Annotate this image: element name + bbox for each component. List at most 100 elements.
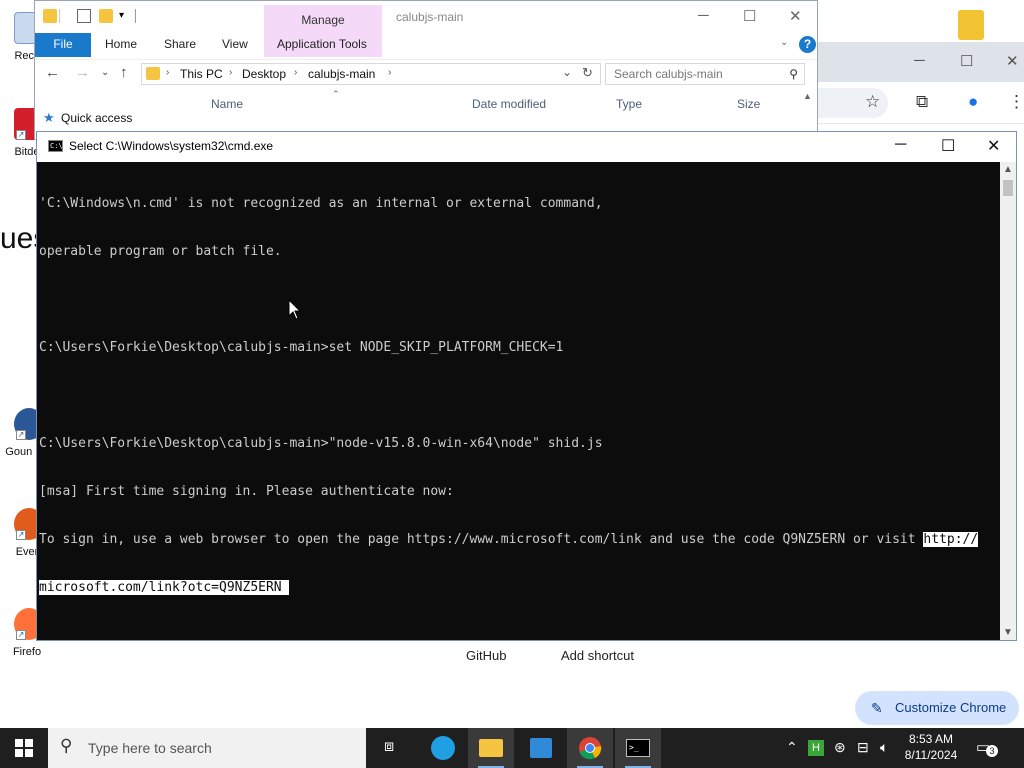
- new-folder-icon[interactable]: [99, 9, 113, 23]
- recent-chevron-icon[interactable]: ⌄: [101, 67, 109, 78]
- taskbar-search-input[interactable]: ⚲ Type here to search: [48, 728, 366, 768]
- menu-icon[interactable]: ⋮: [1008, 92, 1024, 112]
- scroll-down-icon[interactable]: ▼: [1003, 627, 1013, 638]
- forward-icon[interactable]: →: [75, 64, 90, 81]
- chevron-up-icon[interactable]: ⌃: [786, 739, 798, 756]
- pencil-icon: ✎: [871, 700, 883, 716]
- signin-text: To sign in, use a web browser to open th…: [39, 532, 924, 547]
- customize-qat-icon[interactable]: ▾: [119, 9, 133, 23]
- console-line: microsoft.com/link?otc=Q9NZ5ERN: [39, 580, 999, 596]
- minimize-icon[interactable]: ─: [895, 136, 906, 154]
- address-row: ← → ⌄ ↑ › This PC › Desktop › calubjs-ma…: [35, 59, 817, 87]
- console-line: operable program or batch file.: [39, 244, 282, 259]
- breadcrumb-calubjs-main[interactable]: calubjs-main: [308, 67, 375, 81]
- network-icon[interactable]: ⊟: [857, 739, 869, 756]
- close-icon[interactable]: ✕: [987, 136, 1000, 156]
- shortcut-github[interactable]: GitHub: [466, 648, 506, 663]
- tray-app-icon[interactable]: H: [808, 740, 824, 756]
- close-icon[interactable]: ✕: [789, 7, 802, 25]
- volume-icon[interactable]: 🔈︎: [880, 739, 888, 756]
- console-output[interactable]: 'C:\Windows\n.cmd' is not recognized as …: [39, 164, 999, 640]
- taskbar-file-explorer[interactable]: [468, 728, 514, 768]
- selected-text: http://: [923, 532, 979, 547]
- taskbar-store[interactable]: [518, 728, 564, 768]
- column-date-modified[interactable]: Date modified: [472, 97, 546, 111]
- clock-time: 8:53 AM: [908, 732, 954, 746]
- address-bar[interactable]: › This PC › Desktop › calubjs-main › ⌄ ↻: [141, 63, 601, 85]
- cmd-icon: >_: [626, 739, 650, 757]
- console-line: To sign in, use a web browser to open th…: [39, 532, 999, 548]
- cmd-title: Select C:\Windows\system32\cmd.exe: [69, 139, 274, 153]
- customize-chrome-button[interactable]: ✎ Customize Chrome: [855, 691, 1019, 725]
- cmd-window: C:\ Select C:\Windows\system32\cmd.exe ─…: [36, 131, 1017, 641]
- tab-view[interactable]: View: [222, 33, 248, 57]
- minimize-icon[interactable]: ─: [914, 52, 925, 69]
- taskbar-cmd[interactable]: >_: [615, 728, 661, 768]
- shortcut-arrow-icon: ↗: [16, 130, 26, 140]
- profile-icon[interactable]: ●: [968, 92, 978, 112]
- task-view-icon: ⧈: [384, 738, 395, 755]
- window-title: calubjs-main: [396, 10, 464, 24]
- task-view-button[interactable]: ⧈: [370, 728, 416, 768]
- shortcut-add[interactable]: Add shortcut: [561, 648, 634, 663]
- maximize-icon[interactable]: ☐: [941, 136, 955, 156]
- nav-quick-access[interactable]: ★ Quick access: [43, 110, 133, 125]
- breadcrumb-separator-icon[interactable]: ›: [166, 67, 169, 78]
- taskbar-chrome[interactable]: [567, 728, 613, 768]
- store-icon: [530, 738, 552, 758]
- explorer-search-input[interactable]: Search calubjs-main ⚲: [605, 63, 805, 85]
- column-type[interactable]: Type: [616, 97, 642, 111]
- app-icon[interactable]: [958, 10, 984, 40]
- tab-application-tools[interactable]: Application Tools: [277, 33, 367, 57]
- extensions-icon[interactable]: ⧉: [916, 92, 928, 112]
- scroll-thumb[interactable]: [1003, 180, 1013, 196]
- notification-center-button[interactable]: ▭ 3: [976, 738, 998, 757]
- search-icon: ⚲: [60, 736, 73, 755]
- cmd-titlebar: C:\ Select C:\Windows\system32\cmd.exe ─…: [37, 132, 1016, 162]
- maximize-icon[interactable]: ☐: [743, 7, 756, 25]
- up-icon[interactable]: ↑: [120, 64, 128, 81]
- refresh-icon[interactable]: ↻: [582, 65, 593, 81]
- bookmark-star-icon[interactable]: ☆: [865, 92, 880, 112]
- maximize-icon[interactable]: ☐: [960, 52, 973, 70]
- cmd-icon: C:\: [48, 140, 63, 152]
- breadcrumb-separator-icon[interactable]: ›: [229, 67, 232, 78]
- breadcrumb-desktop[interactable]: Desktop: [242, 67, 286, 81]
- file-explorer-icon: [479, 739, 503, 757]
- chrome-icon: [579, 737, 602, 760]
- tab-home[interactable]: Home: [105, 33, 137, 57]
- taskbar-clock[interactable]: 8:53 AM 8/11/2024: [898, 731, 964, 763]
- shortcut-arrow-icon: ↗: [16, 430, 26, 440]
- scroll-up-icon[interactable]: ▲: [1003, 164, 1013, 175]
- chrome-titlebar: ─ ☐ ✕: [818, 42, 1024, 82]
- taskbar: ⚲ Type here to search ⧈ >_ ⌃ H ⊛ ⊟ 🔈︎ 8:…: [0, 728, 1024, 768]
- ribbon-tabs: File Home Share View Application Tools ⌄…: [35, 33, 817, 57]
- properties-icon[interactable]: [77, 9, 91, 23]
- scroll-up-icon[interactable]: ▲: [803, 91, 812, 101]
- back-icon[interactable]: ←: [45, 64, 60, 81]
- quick-access-label: Quick access: [61, 111, 133, 125]
- breadcrumb-separator-icon[interactable]: ›: [388, 67, 391, 78]
- tab-file[interactable]: File: [35, 33, 91, 57]
- notification-badge: 3: [986, 745, 998, 757]
- customize-chrome-label: Customize Chrome: [895, 700, 1007, 715]
- minimize-icon[interactable]: ─: [698, 7, 709, 24]
- cmd-scrollbar[interactable]: ▲ ▼: [1000, 162, 1016, 640]
- column-size[interactable]: Size: [737, 97, 760, 111]
- shortcut-arrow-icon: ↗: [16, 630, 26, 640]
- start-button[interactable]: [0, 728, 48, 768]
- address-dropdown-icon[interactable]: ⌄: [562, 65, 572, 79]
- tray-app-icon[interactable]: ⊛: [834, 739, 846, 756]
- search-icon: ⚲: [789, 67, 798, 81]
- taskbar-edge[interactable]: [420, 728, 466, 768]
- breadcrumb-separator-icon[interactable]: ›: [294, 67, 297, 78]
- help-icon[interactable]: ?: [799, 36, 816, 53]
- console-line: C:\Users\Forkie\Desktop\calubjs-main>"no…: [39, 436, 603, 451]
- chevron-down-icon[interactable]: ⌄: [780, 37, 788, 48]
- column-name[interactable]: Name: [211, 97, 243, 111]
- tab-share[interactable]: Share: [164, 33, 196, 57]
- close-icon[interactable]: ✕: [1006, 52, 1019, 70]
- breadcrumb-this-pc[interactable]: This PC: [180, 67, 223, 81]
